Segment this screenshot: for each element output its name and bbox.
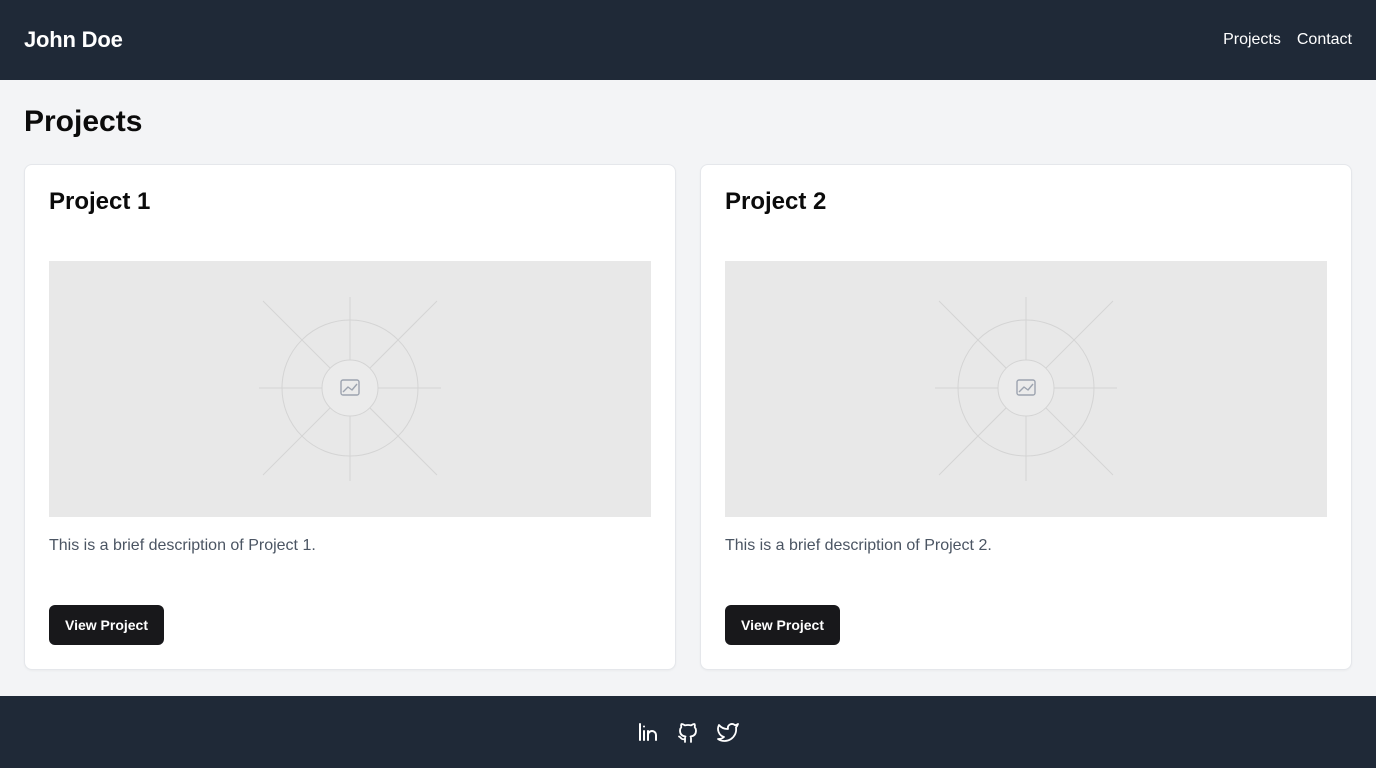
image-placeholder-icon	[259, 297, 441, 481]
image-placeholder-icon	[935, 297, 1117, 481]
project-image-placeholder	[49, 261, 651, 517]
site-footer	[0, 696, 1376, 768]
github-icon	[678, 723, 697, 743]
nav-link-contact[interactable]: Contact	[1297, 31, 1352, 49]
nav-link-projects[interactable]: Projects	[1223, 31, 1281, 49]
brand-name[interactable]: John Doe	[24, 27, 123, 53]
linkedin-icon	[639, 723, 657, 741]
projects-grid: Project 1 This is a brief description of…	[24, 164, 1352, 670]
page-title: Projects	[24, 105, 143, 138]
project-image-placeholder	[725, 261, 1327, 517]
twitter-link[interactable]	[716, 720, 740, 744]
main-nav: Projects Contact	[1223, 31, 1352, 49]
project-description: This is a brief description of Project 1…	[49, 537, 316, 554]
view-project-button[interactable]: View Project	[49, 605, 165, 645]
site-header: John Doe Projects Contact	[0, 0, 1376, 80]
linkedin-link[interactable]	[636, 720, 660, 744]
project-title: Project 1	[49, 188, 151, 215]
project-card: Project 1 This is a brief description of…	[24, 164, 676, 670]
twitter-icon	[717, 723, 739, 742]
github-link[interactable]	[676, 720, 700, 744]
view-project-button[interactable]: View Project	[725, 605, 841, 645]
project-card: Project 2 This is a brief description of…	[700, 164, 1352, 670]
project-title: Project 2	[725, 188, 827, 215]
project-description: This is a brief description of Project 2…	[725, 537, 992, 554]
